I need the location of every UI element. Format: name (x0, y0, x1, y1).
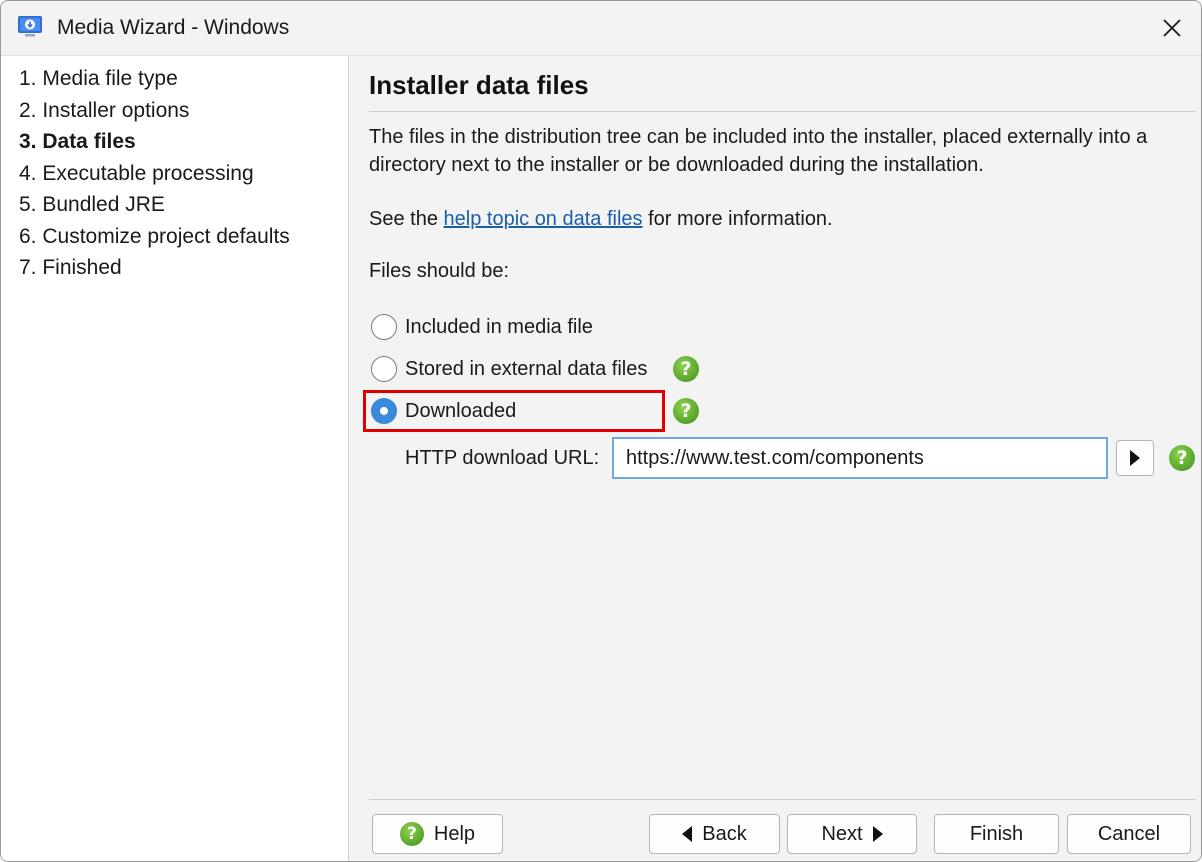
url-variable-button[interactable] (1116, 440, 1154, 476)
triangle-right-icon (872, 826, 883, 842)
option-included-in-media-file[interactable]: Included in media file (371, 314, 593, 340)
main-panel: Installer data files The files in the di… (350, 55, 1201, 861)
help-icon[interactable]: ? (673, 356, 699, 382)
radio-label: Downloaded (405, 399, 517, 422)
radio-stored-in-external-data-files[interactable] (371, 356, 397, 382)
finish-button[interactable]: Finish (934, 814, 1059, 854)
help-sentence-suffix: for more information. (642, 208, 833, 230)
step-media-file-type[interactable]: 1. Media file type (19, 67, 178, 91)
radio-label: Included in media file (405, 315, 593, 338)
files-should-be-label: Files should be: (369, 260, 510, 282)
media-wizard-icon (18, 16, 42, 37)
step-bundled-jre[interactable]: 5. Bundled JRE (19, 193, 165, 217)
http-download-url-input[interactable] (612, 437, 1108, 479)
help-topic-link[interactable]: help topic on data files (444, 208, 643, 230)
http-download-url-label: HTTP download URL: (405, 447, 600, 469)
help-icon[interactable]: ? (673, 398, 699, 424)
finish-button-label: Finish (969, 822, 1024, 845)
radio-included-in-media-file[interactable] (371, 314, 397, 340)
description-text: The files in the distribution tree can b… (369, 126, 1148, 176)
heading-divider (369, 111, 1196, 112)
radio-label: Stored in external data files (405, 357, 648, 380)
step-finished[interactable]: 7. Finished (19, 256, 122, 280)
option-stored-in-external-data-files[interactable]: Stored in external data files (371, 356, 647, 382)
page-title: Installer data files (369, 70, 589, 100)
step-installer-options[interactable]: 2. Installer options (19, 99, 189, 123)
help-button-label: Help (433, 822, 476, 845)
close-button[interactable] (1157, 13, 1187, 43)
close-icon (1163, 19, 1181, 37)
radio-downloaded[interactable] (371, 398, 397, 424)
help-sentence: See the help topic on data files for mor… (369, 205, 1189, 233)
next-button-label: Next (821, 822, 863, 845)
cancel-button[interactable]: Cancel (1067, 814, 1191, 854)
help-button[interactable]: ? Help (372, 814, 503, 854)
wizard-window: Media Wizard - Windows 1. Media file typ… (0, 0, 1202, 862)
triangle-left-icon (682, 826, 693, 842)
cancel-button-label: Cancel (1097, 822, 1161, 845)
option-downloaded[interactable]: Downloaded (371, 398, 516, 424)
steps-sidebar: 1. Media file type 2. Installer options … (1, 55, 349, 861)
back-button[interactable]: Back (649, 814, 780, 854)
title-bar: Media Wizard - Windows (1, 1, 1201, 55)
step-executable-processing[interactable]: 4. Executable processing (19, 162, 254, 186)
help-icon: ? (399, 822, 424, 846)
help-sentence-prefix: See the (369, 208, 444, 230)
back-button-label: Back (702, 822, 747, 845)
step-customize-project-defaults[interactable]: 6. Customize project defaults (19, 225, 290, 249)
next-button[interactable]: Next (787, 814, 917, 854)
triangle-right-icon (1130, 450, 1140, 466)
window-title: Media Wizard - Windows (57, 16, 290, 39)
footer-divider (369, 799, 1196, 800)
help-icon[interactable]: ? (1169, 445, 1195, 471)
step-data-files[interactable]: 3. Data files (19, 130, 136, 154)
